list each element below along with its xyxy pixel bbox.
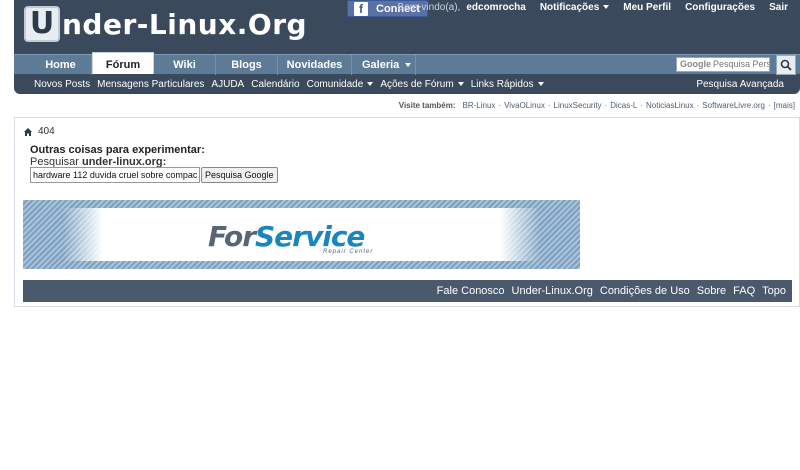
visit-link-linuxsecurity[interactable]: LinuxSecurity	[554, 101, 602, 110]
search-input[interactable]: GooglePesquisa Person	[676, 57, 770, 72]
logout-link[interactable]: Sair	[769, 2, 788, 13]
suggestions-block: Outras coisas para experimentar: Pesquis…	[30, 144, 205, 168]
visit-link-br-linux[interactable]: BR-Linux	[463, 101, 496, 110]
query-input[interactable]: hardware 112 duvida cruel sobre compac p…	[30, 167, 200, 183]
banner-logo-area: ForService Repair Center	[63, 208, 540, 261]
footer-about-link[interactable]: Sobre	[697, 285, 726, 297]
home-icon[interactable]	[23, 127, 33, 137]
logo-text: nder-Linux.Org	[62, 7, 308, 41]
username-link[interactable]: edcomrocha	[466, 2, 525, 13]
google-search-button[interactable]: Pesquisa Google	[201, 167, 278, 183]
tab-wiki[interactable]: Wiki	[154, 55, 216, 75]
visit-also-label: Visite também:	[398, 101, 456, 110]
footer-bar: Fale Conosco Under-Linux.Org Condições d…	[23, 280, 792, 302]
google-brand: Google	[680, 59, 711, 69]
search-placeholder: Pesquisa Person	[713, 59, 769, 69]
nav-tabs: Home Fórum Wiki Blogs Novidades Galeria	[30, 52, 416, 75]
user-links: Bem-vindo(a), edcomrocha Notificações Me…	[398, 2, 788, 13]
visit-link-vivaolinux[interactable]: VivaOLinux	[504, 101, 545, 110]
logo-mark: U	[24, 6, 60, 42]
subnav-quick-links-label: Links Rápidos	[470, 78, 534, 90]
tab-galeria-label: Galeria	[362, 59, 400, 71]
tab-blogs[interactable]: Blogs	[216, 55, 278, 75]
settings-link[interactable]: Configurações	[685, 2, 755, 13]
footer-terms-link[interactable]: Condições de Uso	[600, 285, 690, 297]
main-content: 404 Outras coisas para experimentar: Pes…	[14, 117, 800, 307]
suggestions-heading: Outras coisas para experimentar:	[30, 144, 205, 156]
notifications-label: Notificações	[539, 2, 600, 13]
search-button[interactable]	[776, 55, 796, 75]
welcome-text: Bem-vindo(a),	[397, 2, 461, 13]
chevron-down-icon	[367, 81, 374, 86]
chevron-down-icon	[457, 81, 464, 86]
subnav-help[interactable]: AJUDA	[211, 79, 244, 90]
subnav-forum-actions-label: Ações de Fórum	[380, 78, 454, 90]
visit-link-dicas-l[interactable]: Dicas-L	[610, 101, 637, 110]
tab-home[interactable]: Home	[30, 55, 92, 75]
site-header: U nder-Linux.Org f Connect Bem-vindo(a),…	[14, 0, 800, 94]
tab-novidades[interactable]: Novidades	[278, 55, 352, 75]
my-profile-link[interactable]: Meu Perfil	[623, 2, 671, 13]
breadcrumb-current: 404	[38, 126, 55, 137]
footer-home-link[interactable]: Under-Linux.Org	[512, 285, 593, 297]
visit-link-noticiaslinux[interactable]: NoticiasLinux	[646, 101, 694, 110]
advertisement-banner[interactable]: ForService Repair Center	[23, 200, 580, 269]
tab-galeria[interactable]: Galeria	[352, 55, 416, 75]
subnav-private-messages[interactable]: Mensagens Particulares	[97, 79, 204, 90]
breadcrumb: 404	[23, 126, 55, 137]
footer-faq-link[interactable]: FAQ	[733, 285, 755, 297]
visit-link-softwarelivre[interactable]: SoftwareLivre.org	[702, 101, 765, 110]
footer-top-link[interactable]: Topo	[762, 285, 786, 297]
footer-contact-link[interactable]: Fale Conosco	[437, 285, 505, 297]
chevron-down-icon	[603, 5, 610, 10]
visit-also-bar: Visite também: BR-Linux · VivaOLinux · Lin…	[398, 101, 795, 110]
sub-nav: Novos Posts Mensagens Particulares AJUDA…	[14, 74, 800, 94]
subnav-new-posts[interactable]: Novos Posts	[34, 79, 90, 90]
chevron-down-icon	[405, 63, 412, 68]
chevron-down-icon	[537, 81, 544, 86]
logo-part-for: For	[208, 220, 256, 253]
visit-link-more[interactable]: [mais]	[774, 101, 795, 110]
google-search-form: hardware 112 duvida cruel sobre compac p…	[30, 167, 278, 183]
notifications-menu[interactable]: Notificações	[539, 2, 610, 13]
site-logo[interactable]: U nder-Linux.Org	[24, 4, 307, 44]
advanced-search-link[interactable]: Pesquisa Avançada	[696, 79, 784, 90]
banner-tagline: Repair Center	[323, 249, 374, 255]
subnav-community[interactable]: Comunidade	[307, 79, 374, 90]
subnav-calendar[interactable]: Calendário	[251, 79, 299, 90]
main-nav: Home Fórum Wiki Blogs Novidades Galeria …	[14, 52, 800, 75]
subnav-forum-actions[interactable]: Ações de Fórum	[380, 78, 464, 90]
subnav-community-label: Comunidade	[306, 78, 364, 90]
tab-forum[interactable]: Fórum	[92, 52, 154, 74]
subnav-quick-links[interactable]: Links Rápidos	[471, 79, 544, 90]
search-icon	[780, 59, 792, 71]
sub-nav-items: Novos Posts Mensagens Particulares AJUDA…	[14, 79, 551, 90]
facebook-icon: f	[354, 1, 368, 16]
